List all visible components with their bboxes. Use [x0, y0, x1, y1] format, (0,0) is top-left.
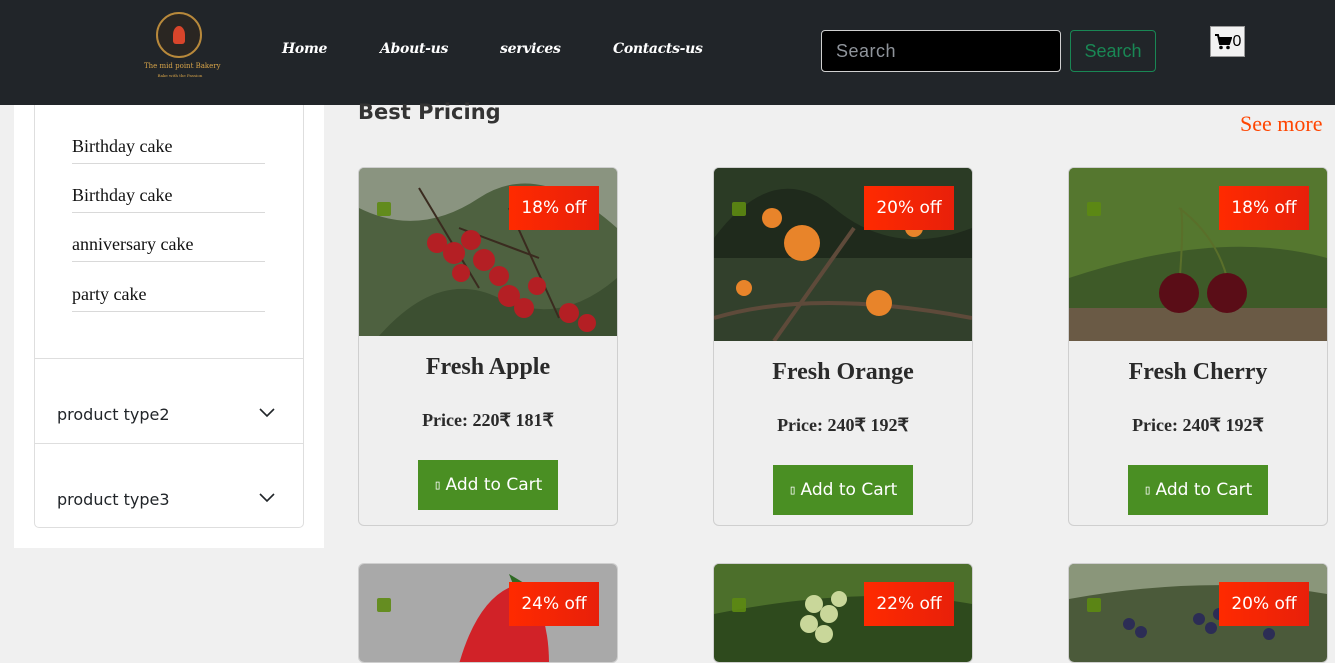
discount-badge: 20% off: [1219, 582, 1309, 626]
brand-logo[interactable]: The mid point Bakery Bake with the Passi…: [144, 12, 221, 82]
product-card-apple: 18% off Fresh Apple Price: 220₹ 181₹ ▯ A…: [358, 167, 618, 526]
favorite-icon[interactable]: [377, 598, 391, 612]
product-card-orange: 20% off Fresh Orange Price: 240₹ 192₹ ▯ …: [713, 167, 973, 526]
add-to-cart-button[interactable]: ▯ Add to Cart: [418, 460, 558, 510]
favorite-icon[interactable]: [377, 202, 391, 216]
add-to-cart-label: Add to Cart: [1155, 480, 1253, 500]
brand-tagline: Bake with the Passion: [157, 73, 203, 78]
divider: [35, 443, 303, 444]
section-title: Best Pricing: [358, 100, 501, 124]
category-accordion: Birthday cake Birthday cake anniversary …: [34, 105, 304, 528]
category-sidebar: Birthday cake Birthday cake anniversary …: [14, 105, 324, 548]
category-item-party-cake[interactable]: party cake: [72, 262, 265, 312]
add-to-cart-button[interactable]: ▯ Add to Cart: [773, 465, 913, 515]
product-name: Fresh Orange: [772, 359, 914, 385]
discount-badge: 24% off: [509, 582, 599, 626]
product-price: Price: 240₹ 192₹: [1132, 415, 1264, 435]
nav-contacts-us[interactable]: Contacts-us: [613, 41, 703, 57]
favorite-icon[interactable]: [732, 598, 746, 612]
chevron-down-icon: [259, 493, 275, 503]
add-to-cart-label: Add to Cart: [445, 475, 543, 495]
chevron-down-icon: [259, 408, 275, 418]
favorite-icon[interactable]: [1087, 202, 1101, 216]
search-input[interactable]: [821, 30, 1061, 72]
discount-badge: 22% off: [864, 582, 954, 626]
favorite-icon[interactable]: [732, 202, 746, 216]
add-to-cart-label: Add to Cart: [800, 480, 898, 500]
cart-small-icon: ▯: [788, 482, 797, 498]
nav-about-us[interactable]: About-us: [380, 41, 448, 57]
divider: [35, 358, 303, 359]
discount-badge: 18% off: [509, 186, 599, 230]
product-name: Fresh Cherry: [1128, 359, 1268, 385]
cart-icon: [1214, 33, 1232, 49]
add-to-cart-button[interactable]: ▯ Add to Cart: [1128, 465, 1268, 515]
see-more-link[interactable]: See more: [1240, 111, 1322, 137]
accordion-label: product type3: [57, 490, 170, 509]
cart-small-icon: ▯: [433, 477, 442, 493]
cart-button[interactable]: 0: [1210, 26, 1245, 57]
discount-badge: 18% off: [1219, 186, 1309, 230]
product-card-grape: 22% off: [713, 563, 973, 663]
product-price: Price: 220₹ 181₹: [422, 410, 554, 430]
accordion-label: product type2: [57, 405, 170, 424]
search-button[interactable]: Search: [1070, 30, 1156, 72]
category-item-birthday-cake[interactable]: Birthday cake: [72, 114, 265, 164]
cart-count: 0: [1232, 32, 1242, 50]
category-item-birthday-cake-2[interactable]: Birthday cake: [72, 163, 265, 213]
product-name: Fresh Apple: [425, 354, 551, 380]
cart-small-icon: ▯: [1143, 482, 1152, 498]
nav-home[interactable]: Home: [282, 41, 327, 57]
product-card-cherry: 18% off Fresh Cherry Price: 240₹ 192₹ ▯ …: [1068, 167, 1328, 526]
nav-services[interactable]: services: [500, 41, 561, 57]
brand-name: The mid point Bakery: [144, 62, 221, 70]
navbar: The mid point Bakery Bake with the Passi…: [0, 0, 1335, 105]
favorite-icon[interactable]: [1087, 598, 1101, 612]
discount-badge: 20% off: [864, 186, 954, 230]
product-price: Price: 240₹ 192₹: [777, 415, 909, 435]
category-item-anniversary-cake[interactable]: anniversary cake: [72, 212, 265, 262]
logo-emblem-icon: [156, 12, 202, 58]
product-card-blueberry: 20% off: [1068, 563, 1328, 663]
product-card-strawberry: 24% off: [358, 563, 618, 663]
